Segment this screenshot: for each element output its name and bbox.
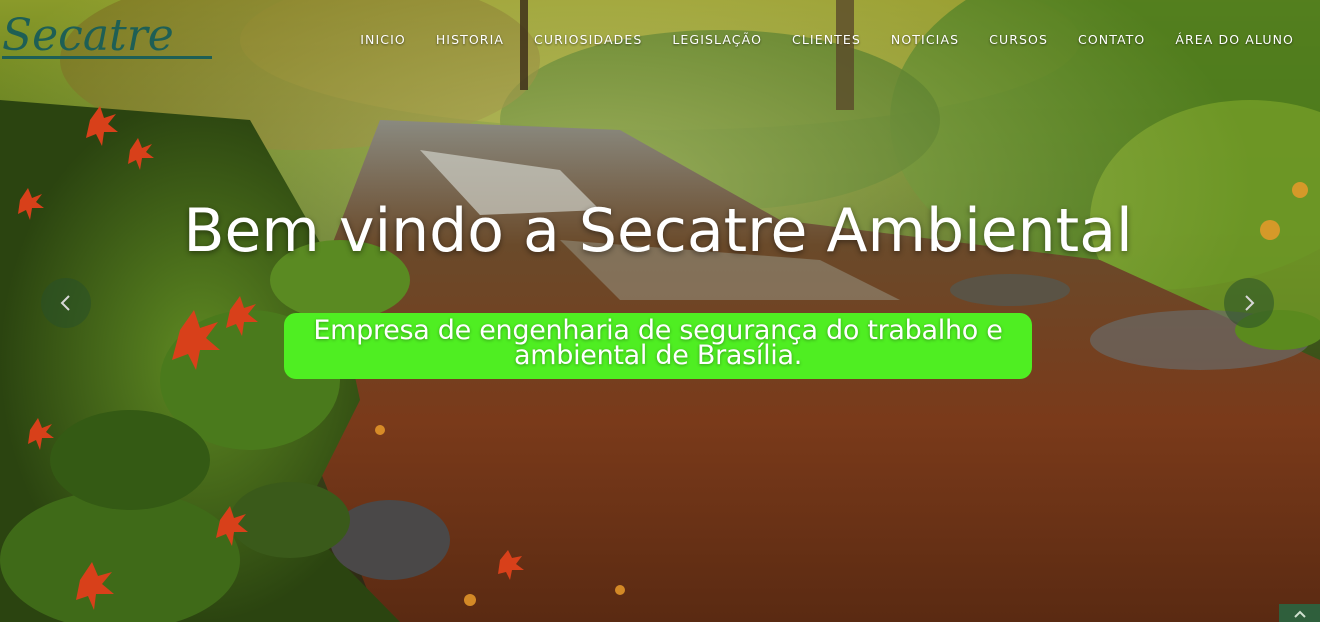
nav-item-legislacao[interactable]: LEGISLAÇÃO [672,32,762,47]
back-to-top-button[interactable] [1279,604,1320,622]
carousel-prev-button[interactable] [41,278,91,328]
hero-subtitle-line-2: ambiental de Brasília. [513,340,803,371]
nav-item-contato[interactable]: CONTATO [1078,32,1145,47]
nav-item-historia[interactable]: HISTORIA [436,32,504,47]
chevron-up-icon [1293,610,1306,618]
secatre-logo[interactable]: Secatre [0,6,220,64]
nav-item-clientes[interactable]: CLIENTES [792,32,861,47]
hero-headline: Bem vindo a Secatre Ambiental [183,196,1133,266]
carousel-next-button[interactable] [1224,278,1274,328]
nav-item-cursos[interactable]: CURSOS [989,32,1048,47]
chevron-left-icon [60,295,70,311]
nav-item-curiosidades[interactable]: CURIOSIDADES [534,32,642,47]
hero-slider: Secatre INICIO HISTORIA CURIOSIDADES LEG… [0,0,1320,622]
nav-item-noticias[interactable]: NOTICIAS [891,32,959,47]
chevron-right-icon [1245,295,1255,311]
svg-text:Secatre: Secatre [2,10,174,61]
nav-item-inicio[interactable]: INICIO [360,32,406,47]
hero-background-image [0,0,1320,622]
main-navigation: INICIO HISTORIA CURIOSIDADES LEGISLAÇÃO … [330,32,1294,47]
hero-subtitle: Empresa de engenharia de segurança do tr… [284,313,1032,379]
nav-item-area-do-aluno[interactable]: ÁREA DO ALUNO [1175,32,1294,47]
